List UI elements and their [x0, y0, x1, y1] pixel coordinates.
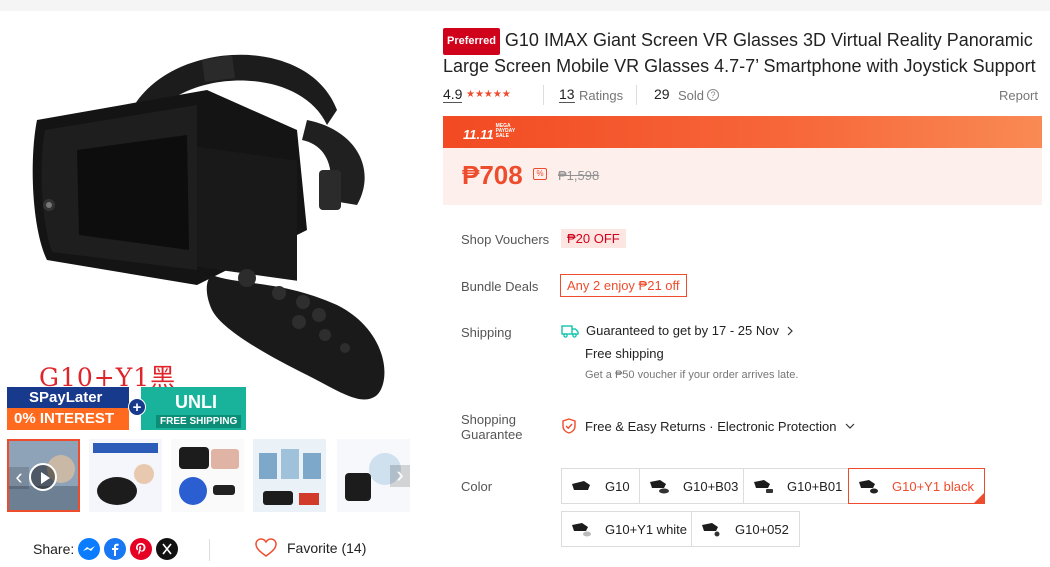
thumb-3-image — [171, 439, 244, 512]
heart-icon — [255, 538, 277, 557]
rating-value[interactable]: 4.9 — [443, 87, 463, 103]
shipping-guarantee-link[interactable]: Guaranteed to get by 17 - 25 Nov — [561, 323, 803, 338]
gallery-prev-arrow[interactable]: ‹ — [9, 466, 29, 489]
original-price: ₱1,598 — [558, 168, 600, 183]
flash-sale-subtag: MEGA PAYDAY SALE — [495, 123, 516, 139]
stats-divider-1 — [543, 85, 544, 105]
truck-icon — [561, 324, 579, 338]
free-shipping-label: FREE SHIPPING — [156, 415, 242, 428]
thumbnail-strip: ‹ › — [7, 439, 410, 514]
favorite-label: Favorite (14) — [287, 540, 367, 556]
coin-icon: % — [533, 168, 547, 180]
spaylater-label: SPayLater — [7, 387, 129, 408]
messenger-icon[interactable] — [78, 538, 101, 560]
selected-check-icon — [973, 492, 986, 504]
share-row: Share: — [33, 538, 182, 560]
chevron-right-icon — [787, 326, 793, 335]
thumbnail-2[interactable] — [89, 439, 162, 512]
product-title-block: Preferred G10 IMAX Giant Screen VR Glasse… — [443, 28, 1043, 78]
x-icon[interactable] — [156, 538, 179, 560]
shipping-note: Get a ₱50 voucher if your order arrives … — [585, 369, 799, 381]
option-thumb-icon — [859, 480, 878, 494]
ratings-label: Ratings — [579, 88, 624, 103]
thumb-4-image — [253, 439, 326, 512]
color-option-g10-y1-white[interactable]: G10+Y1 white — [561, 511, 699, 547]
sold-count: 29 — [654, 86, 670, 102]
rating-stars: ★★★★★ — [466, 89, 511, 100]
price-box: ₱708 % ₱1,598 — [443, 148, 1042, 205]
free-shipping-text: Free shipping — [585, 346, 664, 361]
product-title: G10 IMAX Giant Screen VR Glasses 3D Virt… — [443, 30, 1036, 76]
thumbnail-3[interactable] — [171, 439, 244, 512]
shield-icon — [562, 418, 576, 434]
color-option-g10-b01[interactable]: G10+B01 — [743, 468, 854, 504]
play-icon[interactable] — [29, 463, 57, 491]
flash-sale-banner: 11.11MEGA PAYDAY SALE — [443, 116, 1042, 148]
current-price: ₱708 — [462, 160, 523, 190]
option-thumb-icon — [572, 481, 590, 490]
favorite-button[interactable]: Favorite (14) — [255, 538, 366, 558]
help-icon[interactable]: ? — [707, 89, 719, 101]
plus-icon: + — [128, 398, 146, 416]
color-option-g10[interactable]: G10 — [561, 468, 641, 504]
chevron-down-icon — [846, 423, 855, 429]
report-link[interactable]: Report — [999, 88, 1038, 103]
pinterest-icon[interactable] — [130, 538, 153, 560]
shopping-guarantee-dropdown[interactable]: Free & Easy Returns · Electronic Protect… — [561, 418, 864, 434]
product-stats: 4.9 ★★★★★ 13 Ratings 29 Sold ? Report — [443, 85, 1038, 105]
option-thumb-icon — [572, 523, 591, 537]
promo-banner: SPayLater 0% INTEREST + UNLI FREE SHIPPI… — [7, 387, 246, 430]
gallery-next-arrow[interactable]: › — [390, 464, 410, 487]
color-option-g10-y1-black[interactable]: G10+Y1 black — [848, 468, 986, 504]
shipping-guarantee-text: Guaranteed to get by 17 - 25 Nov — [586, 323, 779, 338]
color-option-g10-052[interactable]: G10+052 — [691, 511, 800, 547]
thumb-2-image — [89, 439, 162, 512]
option-thumb-icon — [702, 523, 720, 537]
top-strip — [0, 0, 1050, 11]
ratings-count[interactable]: 13 — [559, 87, 575, 103]
thumbnail-4[interactable] — [253, 439, 326, 512]
shop-voucher-chip[interactable]: ₱20 OFF — [561, 229, 626, 248]
interest-label: 0% INTEREST — [7, 408, 129, 430]
unli-label: UNLI — [175, 392, 217, 412]
preferred-badge: Preferred — [443, 28, 500, 55]
shipping-label: Shipping — [461, 325, 512, 340]
flash-sale-tag: 11.11MEGA PAYDAY SALE — [463, 123, 528, 143]
share-label: Share: — [33, 541, 75, 557]
shop-vouchers-label: Shop Vouchers — [461, 232, 550, 247]
shopping-guarantee-label: Shopping Guarantee — [461, 412, 523, 442]
share-divider — [209, 539, 210, 561]
sold-label: Sold — [678, 88, 705, 103]
color-label: Color — [461, 479, 493, 494]
bundle-deal-chip[interactable]: Any 2 enjoy ₱21 off — [560, 274, 687, 297]
stats-divider-2 — [636, 85, 637, 105]
bundle-deals-label: Bundle Deals — [461, 279, 539, 294]
facebook-icon[interactable] — [104, 538, 127, 560]
thumbnail-1[interactable]: ‹ — [7, 439, 80, 512]
main-product-image[interactable]: G10+Y1黑 — [7, 30, 410, 430]
option-thumb-icon — [754, 480, 773, 493]
shopping-guarantee-text: Free & Easy Returns · Electronic Protect… — [585, 418, 837, 434]
option-thumb-icon — [650, 480, 669, 494]
color-option-g10-b03[interactable]: G10+B03 — [639, 468, 750, 504]
thumbnail-5[interactable]: › — [337, 439, 410, 512]
